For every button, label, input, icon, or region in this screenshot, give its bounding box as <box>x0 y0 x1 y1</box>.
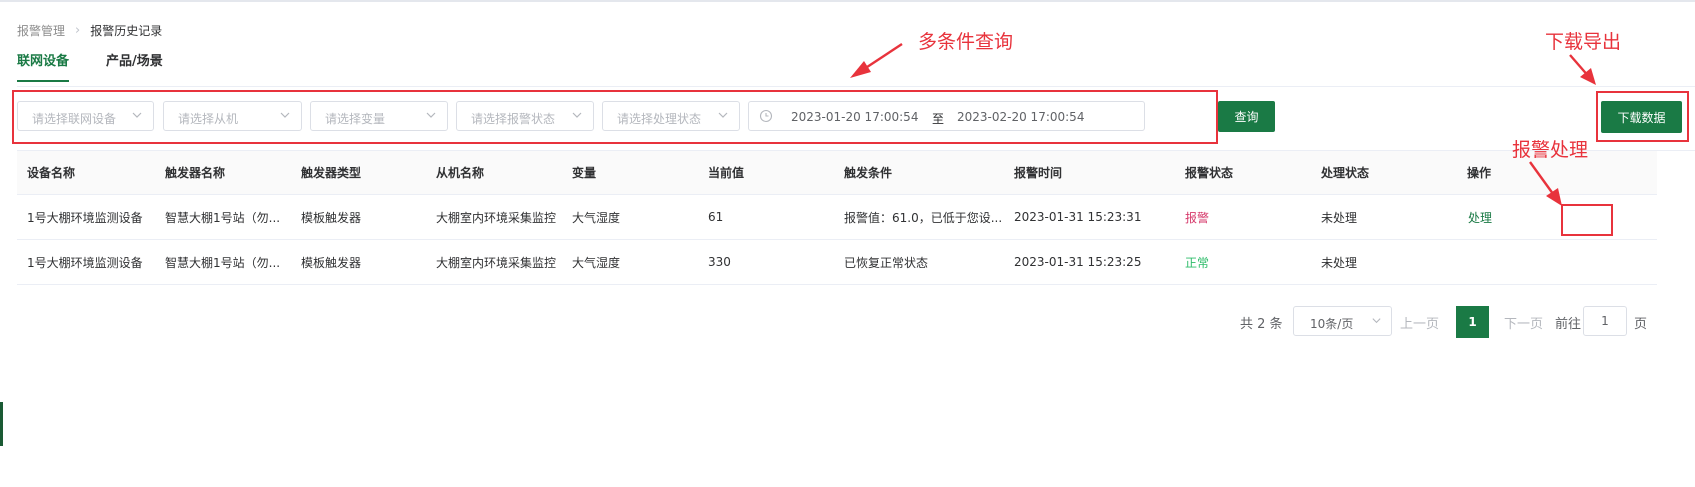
header-alarm-status: 报警状态 <box>1185 166 1234 180</box>
annotation-multi-query: 多条件查询 <box>918 31 1014 53</box>
chevron-down-icon <box>280 112 290 118</box>
breadcrumb-current: 报警历史记录 <box>90 24 163 38</box>
cell-alarm-time: 2023-01-31 15:23:25 <box>1014 255 1142 269</box>
sidebar-edge <box>0 402 3 446</box>
header-device-name: 设备名称 <box>27 166 76 180</box>
tab-networked-devices[interactable]: 联网设备 <box>17 50 70 82</box>
cell-trigger-condition: 报警值：61.0，已低于您设... <box>844 210 1003 225</box>
cell-trigger-name: 智慧大棚1号站（勿... <box>165 210 281 225</box>
header-current-value: 当前值 <box>708 166 745 180</box>
cell-slave-name: 大棚室内环境采集监控 <box>436 255 557 270</box>
top-divider <box>0 0 1695 2</box>
goto-label: 前往 <box>1555 317 1582 332</box>
alarm-history-table: 设备名称 触发器名称 触发器类型 从机名称 变量 当前值 触发条件 报警时间 报… <box>17 151 1657 285</box>
goto-page-input[interactable] <box>1583 306 1627 336</box>
tab-bar: 联网设备 产品/场景 <box>17 50 200 82</box>
chevron-down-icon <box>132 112 142 118</box>
header-trigger-type: 触发器类型 <box>301 166 362 180</box>
slave-select[interactable]: 请选择从机 <box>163 101 302 131</box>
header-action: 操作 <box>1467 166 1492 180</box>
cell-trigger-type: 模板触发器 <box>301 255 362 270</box>
cell-handle-status: 未处理 <box>1321 210 1358 225</box>
page-size-value: 10条/页 <box>1310 317 1354 331</box>
pagination-total: 共 2 条 <box>1240 317 1283 332</box>
page-number-1[interactable]: 1 <box>1456 306 1489 338</box>
cell-trigger-condition: 已恢复正常状态 <box>844 255 929 270</box>
cell-trigger-name: 智慧大棚1号站（勿... <box>165 255 281 270</box>
header-handle-status: 处理状态 <box>1321 166 1370 180</box>
cell-handle-status: 未处理 <box>1321 255 1358 270</box>
date-separator: 至 <box>932 112 945 126</box>
handle-status-select-placeholder: 请选择处理状态 <box>617 112 702 126</box>
page-suffix: 页 <box>1634 317 1648 332</box>
cell-trigger-type: 模板触发器 <box>301 210 362 225</box>
tabs-divider <box>17 86 1695 87</box>
alarm-status-select-placeholder: 请选择报警状态 <box>471 112 556 126</box>
variable-select-placeholder: 请选择变量 <box>325 112 386 126</box>
download-data-button[interactable]: 下载数据 <box>1601 101 1682 133</box>
device-select[interactable]: 请选择联网设备 <box>17 101 154 131</box>
query-button[interactable]: 查询 <box>1218 101 1275 132</box>
date-end[interactable]: 2023-02-20 17:00:54 <box>957 110 1084 124</box>
table-row: 1号大棚环境监测设备 智慧大棚1号站（勿... 模板触发器 大棚室内环境采集监控… <box>17 195 1657 240</box>
cell-variable: 大气湿度 <box>572 255 621 270</box>
cell-alarm-status: 报警 <box>1185 210 1210 225</box>
date-start[interactable]: 2023-01-20 17:00:54 <box>791 110 918 124</box>
header-trigger-name: 触发器名称 <box>165 166 226 180</box>
pagination: 共 2 条 10条/页 上一页 1 下一页 前往 页 <box>0 306 1695 338</box>
table-row: 1号大棚环境监测设备 智慧大棚1号站（勿... 模板触发器 大棚室内环境采集监控… <box>17 240 1657 285</box>
slave-select-placeholder: 请选择从机 <box>178 112 239 126</box>
next-page-button[interactable]: 下一页 <box>1504 313 1543 332</box>
clock-icon <box>759 109 773 123</box>
chevron-down-icon <box>572 112 582 118</box>
breadcrumb: 报警管理 › 报警历史记录 <box>17 22 162 39</box>
tab-product-scene[interactable]: 产品/场景 <box>106 50 163 82</box>
chevron-down-icon <box>718 112 728 118</box>
header-trigger-condition: 触发条件 <box>844 166 893 180</box>
variable-select[interactable]: 请选择变量 <box>310 101 448 131</box>
breadcrumb-parent[interactable]: 报警管理 <box>17 22 65 39</box>
cell-alarm-time: 2023-01-31 15:23:31 <box>1014 210 1142 224</box>
prev-page-button[interactable]: 上一页 <box>1400 313 1439 332</box>
cell-current-value: 330 <box>708 255 731 269</box>
chevron-down-icon <box>1372 318 1381 324</box>
annotation-alarm-handle: 报警处理 <box>1512 139 1589 161</box>
cell-device-name: 1号大棚环境监测设备 <box>27 210 143 225</box>
page-size-select[interactable]: 10条/页 <box>1293 306 1392 336</box>
header-alarm-time: 报警时间 <box>1014 166 1063 180</box>
cell-slave-name: 大棚室内环境采集监控 <box>436 210 557 225</box>
alarm-status-select[interactable]: 请选择报警状态 <box>456 101 594 131</box>
date-range-picker[interactable]: 2023-01-20 17:00:54 至 2023-02-20 17:00:5… <box>748 101 1145 131</box>
cell-alarm-status: 正常 <box>1185 255 1210 270</box>
chevron-right-icon: › <box>75 23 81 38</box>
header-variable: 变量 <box>572 166 597 180</box>
handle-alarm-link[interactable]: 处理 <box>1468 195 1492 239</box>
annotation-download-export: 下载导出 <box>1545 31 1622 53</box>
header-slave-name: 从机名称 <box>436 166 485 180</box>
cell-current-value: 61 <box>708 210 724 224</box>
cell-device-name: 1号大棚环境监测设备 <box>27 255 143 270</box>
handle-status-select[interactable]: 请选择处理状态 <box>602 101 740 131</box>
device-select-placeholder: 请选择联网设备 <box>32 112 117 126</box>
chevron-down-icon <box>426 112 436 118</box>
table-header-row: 设备名称 触发器名称 触发器类型 从机名称 变量 当前值 触发条件 报警时间 报… <box>17 151 1657 195</box>
cell-variable: 大气湿度 <box>572 210 621 225</box>
